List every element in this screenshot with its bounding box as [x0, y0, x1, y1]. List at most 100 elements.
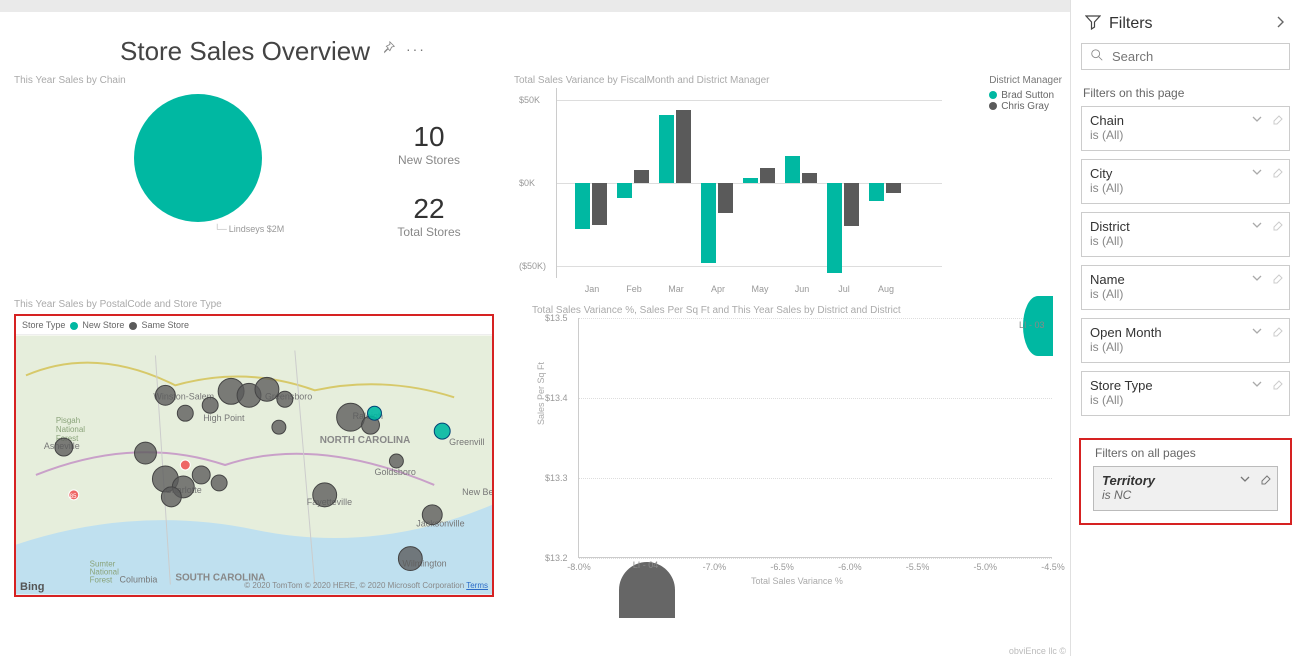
chevron-down-icon[interactable]	[1251, 219, 1263, 234]
bar-legend: District Manager Brad Sutton Chris Gray	[989, 75, 1062, 112]
bar[interactable]	[634, 170, 649, 183]
scatter-chart[interactable]: Total Sales Variance %, Sales Per Sq Ft …	[532, 305, 1062, 597]
filter-card[interactable]: Open Monthis (All)	[1081, 318, 1290, 363]
bar[interactable]	[869, 183, 884, 201]
filter-value: is (All)	[1090, 181, 1281, 195]
bing-logo: Bing	[20, 581, 44, 593]
axis-label: -5.0%	[974, 562, 998, 572]
axis-label: $13.2	[545, 553, 568, 563]
collapse-pane-icon[interactable]	[1274, 16, 1286, 31]
filter-card[interactable]: Districtis (All)	[1081, 212, 1290, 257]
pie-chart[interactable]	[134, 94, 262, 222]
bar[interactable]	[575, 183, 590, 229]
eraser-icon[interactable]	[1271, 166, 1283, 181]
filter-value: is (All)	[1090, 393, 1281, 407]
filter-card[interactable]: Cityis (All)	[1081, 159, 1290, 204]
filter-card[interactable]: Store Typeis (All)	[1081, 371, 1290, 416]
map-legend: Store Type New Store Same Store	[16, 316, 492, 335]
svg-text:New Ber: New Ber	[462, 487, 492, 497]
axis-label: -6.0%	[838, 562, 862, 572]
filter-card-territory[interactable]: Territory is NC	[1093, 466, 1278, 511]
data-label: LI - 04	[633, 560, 659, 570]
axis-label: $13.3	[545, 473, 568, 483]
chevron-down-icon[interactable]	[1239, 473, 1251, 488]
section-title-all: Filters on all pages	[1095, 446, 1276, 460]
filter-value: is (All)	[1090, 340, 1281, 354]
axis-label: Feb	[626, 284, 642, 294]
bar[interactable]	[659, 115, 674, 183]
filter-value: is NC	[1102, 488, 1269, 502]
filter-card[interactable]: Nameis (All)	[1081, 265, 1290, 310]
filter-value: is (All)	[1090, 234, 1281, 248]
pie-legend: Lindseys $2M	[214, 224, 364, 234]
map-terms-link[interactable]: Terms	[466, 581, 488, 590]
svg-text:Pisgah: Pisgah	[56, 416, 80, 425]
eraser-icon[interactable]	[1271, 325, 1283, 340]
bar[interactable]	[886, 183, 901, 193]
axis-label: Jun	[795, 284, 810, 294]
eraser-icon[interactable]	[1271, 113, 1283, 128]
search-input-container[interactable]	[1081, 43, 1290, 70]
filter-value: is (All)	[1090, 128, 1281, 142]
chevron-down-icon[interactable]	[1251, 325, 1263, 340]
bar[interactable]	[785, 156, 800, 183]
bar[interactable]	[802, 173, 817, 183]
bar[interactable]	[701, 183, 716, 263]
eraser-icon[interactable]	[1271, 272, 1283, 287]
map-attribution: © 2020 TomTom © 2020 HERE, © 2020 Micros…	[244, 581, 464, 590]
bar-chart[interactable]: Total Sales Variance by FiscalMonth and …	[514, 75, 1062, 285]
axis-label: Jul	[838, 284, 850, 294]
x-axis-title: Total Sales Variance %	[532, 576, 1062, 586]
more-options-icon[interactable]: ···	[406, 41, 426, 57]
axis-label: -4.5%	[1041, 562, 1065, 572]
filters-pane: Filters Filters on this page Chainis (Al…	[1070, 0, 1300, 656]
axis-label: May	[751, 284, 768, 294]
filters-title: Filters	[1109, 15, 1266, 33]
scatter-point[interactable]	[619, 562, 675, 618]
chevron-down-icon[interactable]	[1251, 166, 1263, 181]
axis-label: Mar	[668, 284, 684, 294]
map-svg: Winston-Salem Greensboro High Point NORT…	[16, 335, 492, 595]
svg-text:NORTH CAROLINA: NORTH CAROLINA	[320, 435, 411, 446]
bar[interactable]	[844, 183, 859, 226]
bar[interactable]	[718, 183, 733, 213]
chevron-down-icon[interactable]	[1251, 378, 1263, 393]
svg-text:Goldsboro: Goldsboro	[374, 467, 415, 477]
filters-all-pages-highlight: Filters on all pages Territory is NC	[1079, 438, 1292, 525]
map-visual[interactable]: Store Type New Store Same Store Winston-…	[14, 314, 494, 597]
axis-label: $13.4	[545, 393, 568, 403]
svg-text:High Point: High Point	[203, 413, 245, 423]
axis-label: $13.5	[545, 313, 568, 323]
axis-label: Apr	[711, 284, 725, 294]
eraser-icon[interactable]	[1259, 473, 1271, 488]
axis-label: ($50K)	[519, 261, 546, 271]
pin-icon[interactable]	[382, 41, 396, 55]
kpi-label: New Stores	[364, 153, 494, 167]
filter-card[interactable]: Chainis (All)	[1081, 106, 1290, 151]
kpi-new-stores[interactable]: 10 New Stores	[364, 121, 494, 167]
kpi-total-stores[interactable]: 22 Total Stores	[364, 193, 494, 239]
bar[interactable]	[743, 178, 758, 183]
search-icon	[1090, 48, 1104, 65]
chevron-down-icon[interactable]	[1251, 113, 1263, 128]
kpi-value: 22	[364, 193, 494, 225]
eraser-icon[interactable]	[1271, 378, 1283, 393]
axis-label: $0K	[519, 178, 535, 188]
bar[interactable]	[617, 183, 632, 198]
bar[interactable]	[592, 183, 607, 225]
axis-label: $50K	[519, 95, 540, 105]
bar[interactable]	[760, 168, 775, 183]
kpi-label: Total Stores	[364, 225, 494, 239]
bar[interactable]	[676, 110, 691, 183]
bar[interactable]	[827, 183, 842, 273]
search-input[interactable]	[1112, 49, 1288, 64]
axis-label: -8.0%	[567, 562, 591, 572]
chevron-down-icon[interactable]	[1251, 272, 1263, 287]
axis-label: Jan	[585, 284, 600, 294]
filter-icon	[1085, 14, 1101, 33]
page-title: Store Sales Overview	[120, 36, 370, 67]
eraser-icon[interactable]	[1271, 219, 1283, 234]
section-title-page: Filters on this page	[1083, 86, 1288, 100]
axis-label: Aug	[878, 284, 894, 294]
svg-text:Greenvill: Greenvill	[449, 437, 484, 447]
